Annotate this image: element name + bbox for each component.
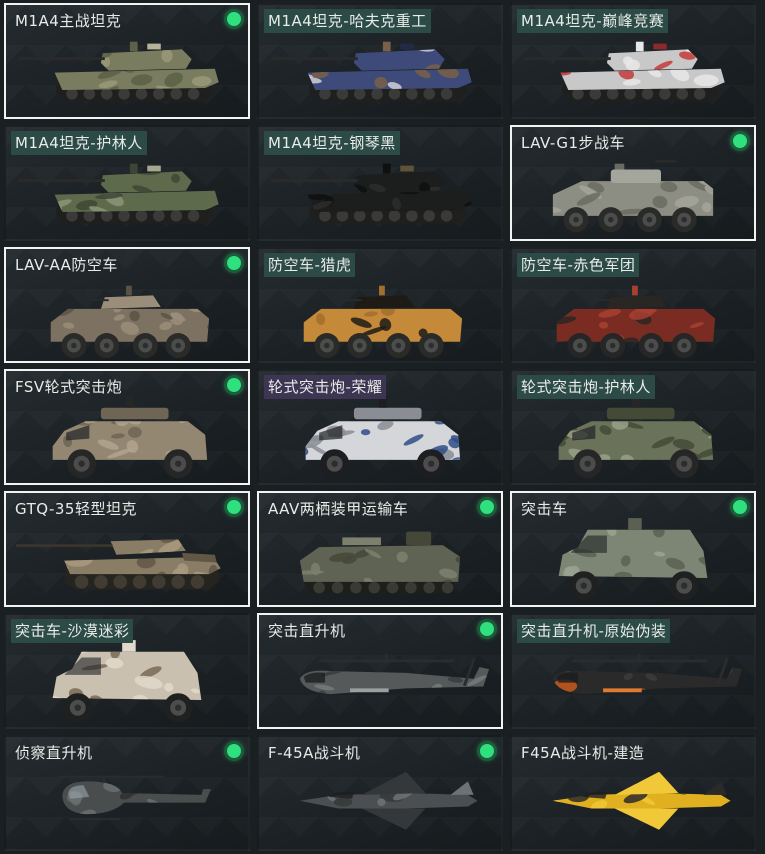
vehicle-card[interactable]: AAV两栖装甲运输车: [257, 491, 503, 607]
vehicle-card[interactable]: M1A4坦克-护林人: [4, 125, 250, 241]
vehicle-name: M1A4主战坦克: [15, 12, 122, 30]
vehicle-card[interactable]: F45A战斗机-建造: [510, 735, 756, 851]
vehicle-card[interactable]: 突击直升机-原始伪装: [510, 613, 756, 729]
vehicle-name: M1A4坦克-哈夫克重工: [264, 9, 431, 33]
vehicle-card[interactable]: LAV-AA防空车: [4, 247, 250, 363]
vehicle-name: 轮式突击炮-荣耀: [264, 375, 387, 399]
owned-status-icon: [480, 500, 494, 514]
vehicle-name: M1A4坦克-钢琴黑: [264, 131, 400, 155]
owned-status-icon: [227, 256, 241, 270]
vehicle-name: 侦察直升机: [15, 744, 93, 762]
vehicle-card[interactable]: GTQ-35轻型坦克: [4, 491, 250, 607]
vehicle-card[interactable]: FSV轮式突击炮: [4, 369, 250, 485]
vehicle-name: 突击直升机: [268, 622, 346, 640]
vehicle-card[interactable]: M1A4坦克-哈夫克重工: [257, 3, 503, 119]
owned-status-icon: [733, 500, 747, 514]
vehicle-name: 突击车: [521, 500, 568, 518]
vehicle-name: 轮式突击炮-护林人: [517, 375, 655, 399]
vehicle-name: 突击直升机-原始伪装: [517, 619, 671, 643]
vehicle-card[interactable]: LAV-G1步战车: [510, 125, 756, 241]
vehicle-name: M1A4坦克-护林人: [11, 131, 147, 155]
vehicle-card[interactable]: 轮式突击炮-荣耀: [257, 369, 503, 485]
vehicle-name: LAV-AA防空车: [15, 256, 118, 274]
vehicle-name: FSV轮式突击炮: [15, 378, 123, 396]
owned-status-icon: [227, 500, 241, 514]
vehicle-card[interactable]: M1A4坦克-巅峰竞赛: [510, 3, 756, 119]
vehicle-name: AAV两栖装甲运输车: [268, 500, 409, 518]
vehicle-name: F-45A战斗机: [268, 744, 361, 762]
vehicle-name: 防空车-赤色军团: [517, 253, 640, 277]
vehicle-name: F45A战斗机-建造: [521, 744, 645, 762]
owned-status-icon: [480, 744, 494, 758]
vehicle-card[interactable]: 防空车-赤色军团: [510, 247, 756, 363]
vehicle-card[interactable]: 防空车-猎虎: [257, 247, 503, 363]
vehicle-card[interactable]: 轮式突击炮-护林人: [510, 369, 756, 485]
vehicle-grid: M1A4主战坦克 M1A4坦克-哈夫克重工 M1A4坦克-巅峰竞赛 M1A4坦克-护林…: [0, 0, 765, 854]
owned-status-icon: [480, 622, 494, 636]
vehicle-card[interactable]: F-45A战斗机: [257, 735, 503, 851]
vehicle-name: GTQ-35轻型坦克: [15, 500, 137, 518]
owned-status-icon: [227, 12, 241, 26]
owned-status-icon: [733, 134, 747, 148]
vehicle-card[interactable]: 突击直升机: [257, 613, 503, 729]
vehicle-card[interactable]: M1A4主战坦克: [4, 3, 250, 119]
vehicle-name: LAV-G1步战车: [521, 134, 626, 152]
vehicle-name: 突击车-沙漠迷彩: [11, 619, 134, 643]
owned-status-icon: [227, 378, 241, 392]
vehicle-card[interactable]: M1A4坦克-钢琴黑: [257, 125, 503, 241]
vehicle-name: 防空车-猎虎: [264, 253, 356, 277]
vehicle-name: M1A4坦克-巅峰竞赛: [517, 9, 669, 33]
vehicle-card[interactable]: 突击车-沙漠迷彩: [4, 613, 250, 729]
vehicle-card[interactable]: 侦察直升机: [4, 735, 250, 851]
vehicle-card[interactable]: 突击车: [510, 491, 756, 607]
owned-status-icon: [227, 744, 241, 758]
